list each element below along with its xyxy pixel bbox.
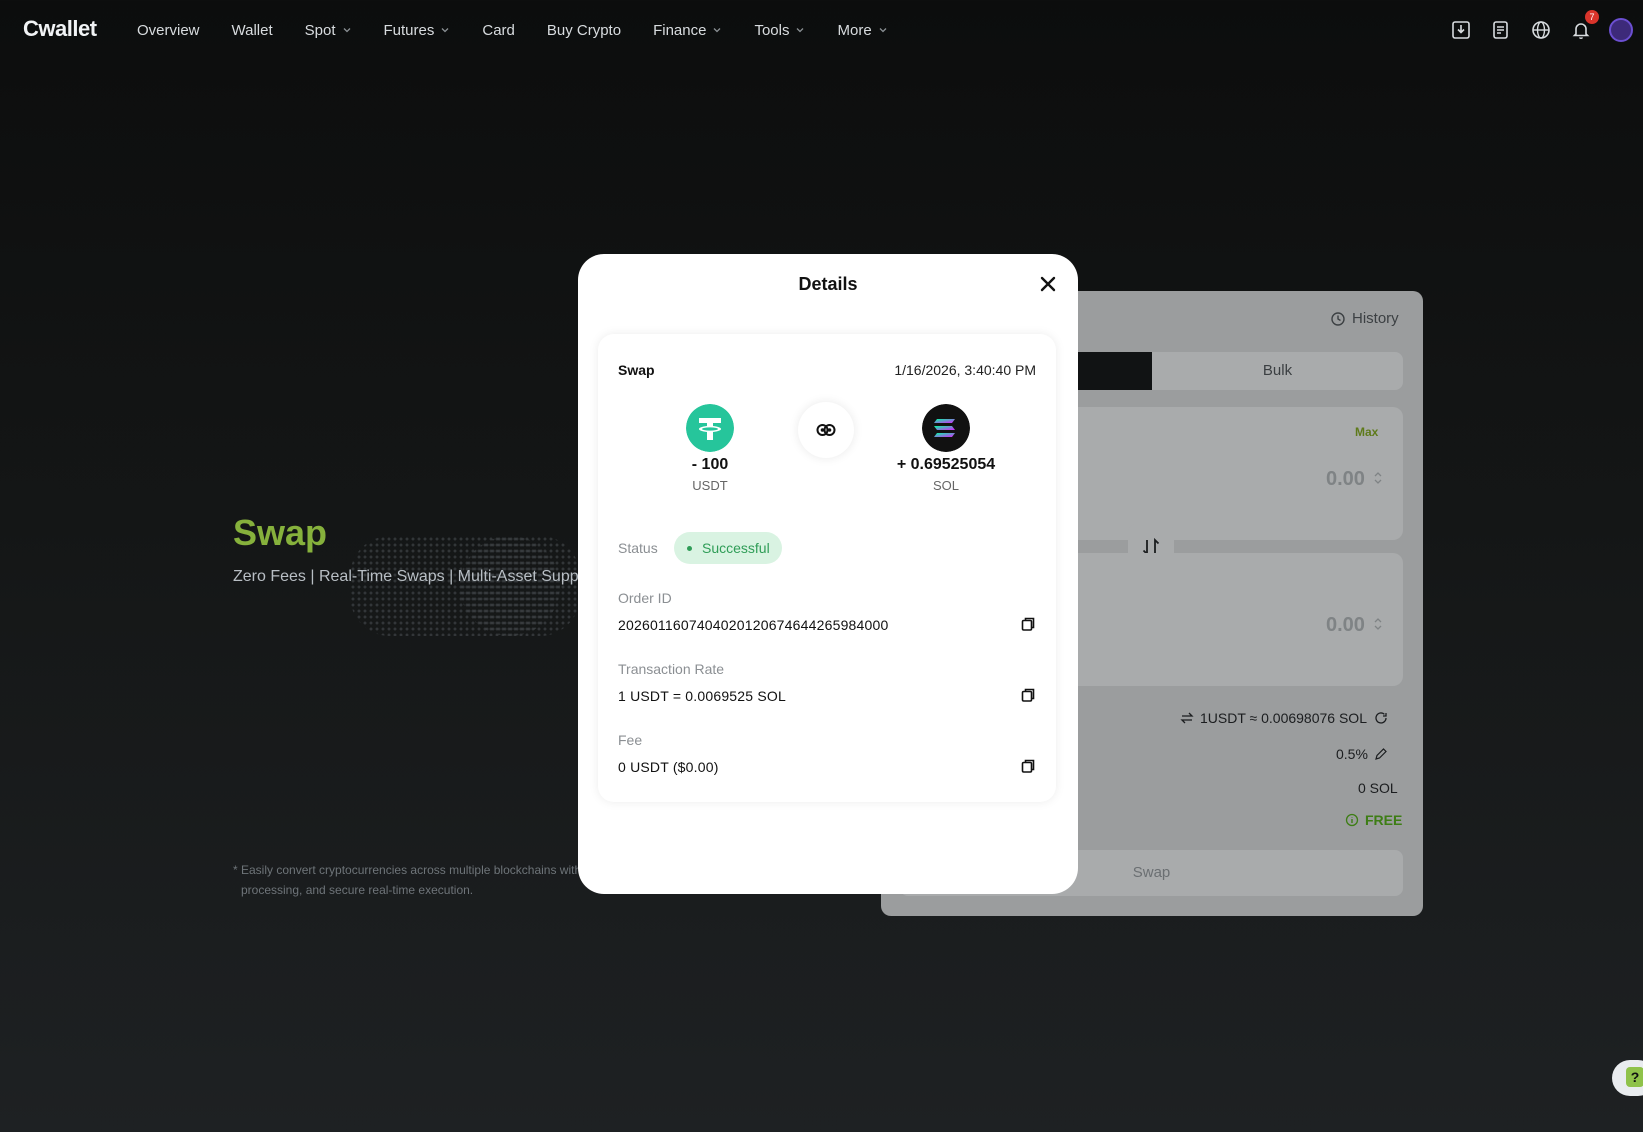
status-label: Status — [618, 540, 658, 556]
transaction-rate-value: 1 USDT = 0.0069525 SOL — [618, 688, 786, 704]
modal-title: Details — [798, 274, 858, 294]
status-badge: Successful — [674, 532, 782, 564]
from-amount: - 100 — [691, 456, 729, 473]
transaction-datetime: 1/16/2026, 3:40:40 PM — [894, 362, 1036, 378]
fee-label: Fee — [618, 732, 643, 748]
copy-icon[interactable] — [1020, 687, 1036, 703]
order-id-value: 2026011607404020120674644265984000 — [618, 617, 889, 633]
usdt-coin-icon — [686, 404, 734, 452]
help-chat-button[interactable]: ? — [1612, 1060, 1643, 1096]
copy-icon[interactable] — [1020, 616, 1036, 632]
from-symbol: USDT — [692, 478, 728, 493]
help-icon: ? — [1626, 1067, 1643, 1087]
close-icon[interactable] — [1038, 274, 1058, 294]
transaction-type: Swap — [618, 362, 655, 378]
swap-link-icon-wrap — [798, 402, 854, 458]
to-symbol: SOL — [932, 478, 959, 493]
swap-link-icon — [816, 424, 836, 436]
to-amount: + 0.69525054 — [896, 456, 996, 473]
fee-value: 0 USDT ($0.00) — [618, 759, 719, 775]
order-id-label: Order ID — [618, 590, 672, 606]
sol-coin-icon — [922, 404, 970, 452]
details-modal: Details Swap 1/16/2026, 3:40:40 PM - 100… — [578, 254, 1078, 894]
copy-icon[interactable] — [1020, 758, 1036, 774]
transaction-card: Swap 1/16/2026, 3:40:40 PM - 100 USDT + … — [598, 334, 1056, 802]
transaction-rate-label: Transaction Rate — [618, 661, 725, 677]
